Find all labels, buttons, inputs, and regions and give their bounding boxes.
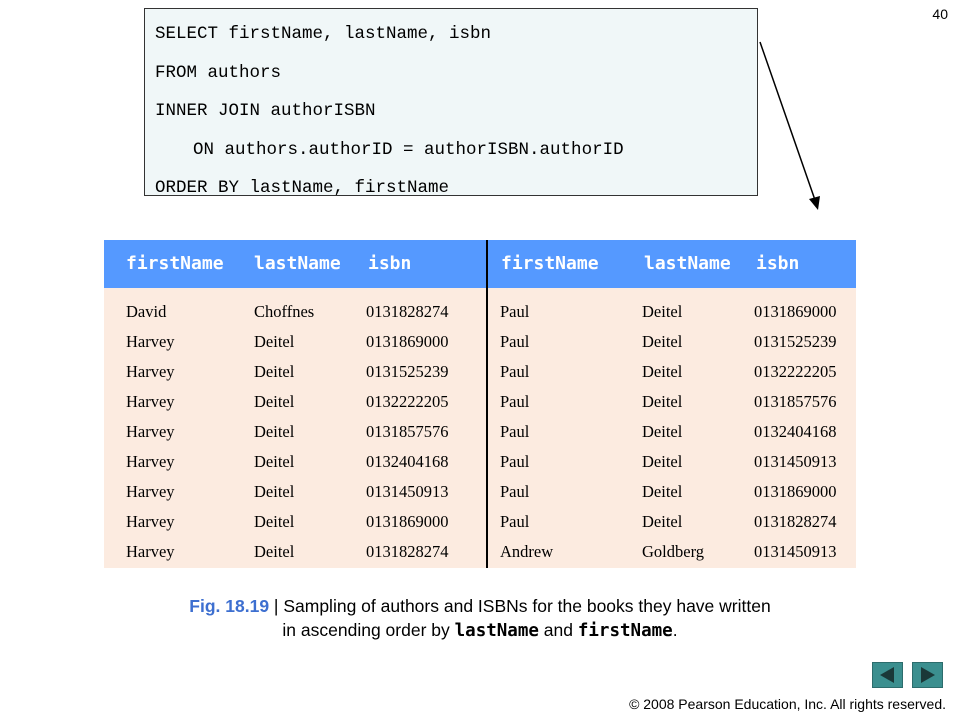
right-last-name-cell: Deitel — [642, 482, 683, 501]
left-isbn-cell: 0131450913 — [366, 482, 449, 501]
right-first-name-cell: Paul — [500, 482, 530, 501]
caption-and: and — [538, 620, 578, 640]
header-lastname-left: lastName — [254, 253, 341, 274]
caption-separator: | — [269, 596, 284, 616]
header-isbn-left: isbn — [368, 253, 412, 274]
right-last-name-cell: Goldberg — [642, 542, 705, 561]
right-triangle-icon — [921, 667, 935, 683]
left-first-name-cell: Harvey — [126, 362, 175, 381]
right-first-name-cell: Paul — [500, 302, 530, 321]
caption-text-2: in ascending order by — [282, 620, 455, 640]
left-last-name-cell: Deitel — [254, 422, 295, 441]
caption-line-1: Fig. 18.19 | Sampling of authors and ISB… — [0, 594, 960, 618]
left-isbn-cell: 0131828274 — [366, 302, 449, 321]
right-isbn-cell: 0132404168 — [754, 422, 837, 441]
left-isbn-cell: 0132404168 — [366, 452, 449, 471]
copyright-notice: © 2008 Pearson Education, Inc. All right… — [629, 696, 946, 712]
caption-period: . — [672, 620, 678, 640]
right-first-name-cell: Paul — [500, 332, 530, 351]
right-first-name-cell: Andrew — [500, 542, 554, 561]
right-first-name-cell: Paul — [500, 422, 530, 441]
right-isbn-cell: 0131450913 — [754, 542, 837, 561]
header-firstname-right: firstName — [501, 253, 599, 274]
caption-text-1: Sampling of authors and ISBNs for the bo… — [283, 596, 771, 616]
right-isbn-cell: 0131857576 — [754, 392, 837, 411]
caption-code-firstname: firstName — [577, 621, 673, 641]
right-first-name-cell: Paul — [500, 512, 530, 531]
left-last-name-cell: Deitel — [254, 362, 295, 381]
figure-number: Fig. 18.19 — [189, 596, 270, 616]
left-first-name-cell: Harvey — [126, 542, 175, 561]
figure-caption: Fig. 18.19 | Sampling of authors and ISB… — [0, 594, 960, 643]
right-isbn-cell: 0131869000 — [754, 302, 837, 321]
result-table: firstName lastName isbn firstName lastNa… — [104, 240, 856, 568]
right-isbn-cell: 0131525239 — [754, 332, 837, 351]
left-first-name-cell: Harvey — [126, 422, 175, 441]
result-body — [104, 288, 856, 568]
previous-slide-button[interactable] — [872, 662, 903, 688]
left-triangle-icon — [880, 667, 894, 683]
right-first-name-cell: Paul — [500, 392, 530, 411]
right-last-name-cell: Deitel — [642, 512, 683, 531]
left-isbn-cell: 0131869000 — [366, 332, 449, 351]
left-isbn-cell: 0131857576 — [366, 422, 449, 441]
left-last-name-cell: Deitel — [254, 542, 295, 561]
right-isbn-cell: 0131869000 — [754, 482, 837, 501]
caption-line-2: in ascending order by lastName and first… — [0, 618, 960, 643]
left-first-name-cell: Harvey — [126, 332, 175, 351]
next-slide-button[interactable] — [912, 662, 943, 688]
header-lastname-right: lastName — [644, 253, 731, 274]
right-last-name-cell: Deitel — [642, 452, 683, 471]
right-last-name-cell: Deitel — [642, 392, 683, 411]
left-first-name-cell: Harvey — [126, 512, 175, 531]
result-header-row: firstName lastName isbn firstName lastNa… — [104, 240, 856, 288]
left-last-name-cell: Deitel — [254, 392, 295, 411]
right-last-name-cell: Deitel — [642, 362, 683, 381]
left-last-name-cell: Deitel — [254, 332, 295, 351]
left-isbn-cell: 0131828274 — [366, 542, 449, 561]
left-last-name-cell: Deitel — [254, 452, 295, 471]
header-firstname-left: firstName — [126, 253, 224, 274]
left-isbn-cell: 0131525239 — [366, 362, 449, 381]
left-first-name-cell: David — [126, 302, 167, 321]
right-last-name-cell: Deitel — [642, 302, 683, 321]
right-first-name-cell: Paul — [500, 362, 530, 381]
left-last-name-cell: Choffnes — [254, 302, 315, 321]
left-first-name-cell: Harvey — [126, 392, 175, 411]
caption-code-lastname: lastName — [454, 621, 539, 641]
right-isbn-cell: 0131450913 — [754, 452, 837, 471]
left-last-name-cell: Deitel — [254, 512, 295, 531]
right-last-name-cell: Deitel — [642, 422, 683, 441]
left-isbn-cell: 0131869000 — [366, 512, 449, 531]
left-first-name-cell: Harvey — [126, 482, 175, 501]
right-isbn-cell: 0131828274 — [754, 512, 837, 531]
column-divider — [486, 240, 488, 568]
left-first-name-cell: Harvey — [126, 452, 175, 471]
header-isbn-right: isbn — [756, 253, 800, 274]
right-last-name-cell: Deitel — [642, 332, 683, 351]
left-last-name-cell: Deitel — [254, 482, 295, 501]
right-first-name-cell: Paul — [500, 452, 530, 471]
right-isbn-cell: 0132222205 — [754, 362, 837, 381]
left-isbn-cell: 0132222205 — [366, 392, 449, 411]
